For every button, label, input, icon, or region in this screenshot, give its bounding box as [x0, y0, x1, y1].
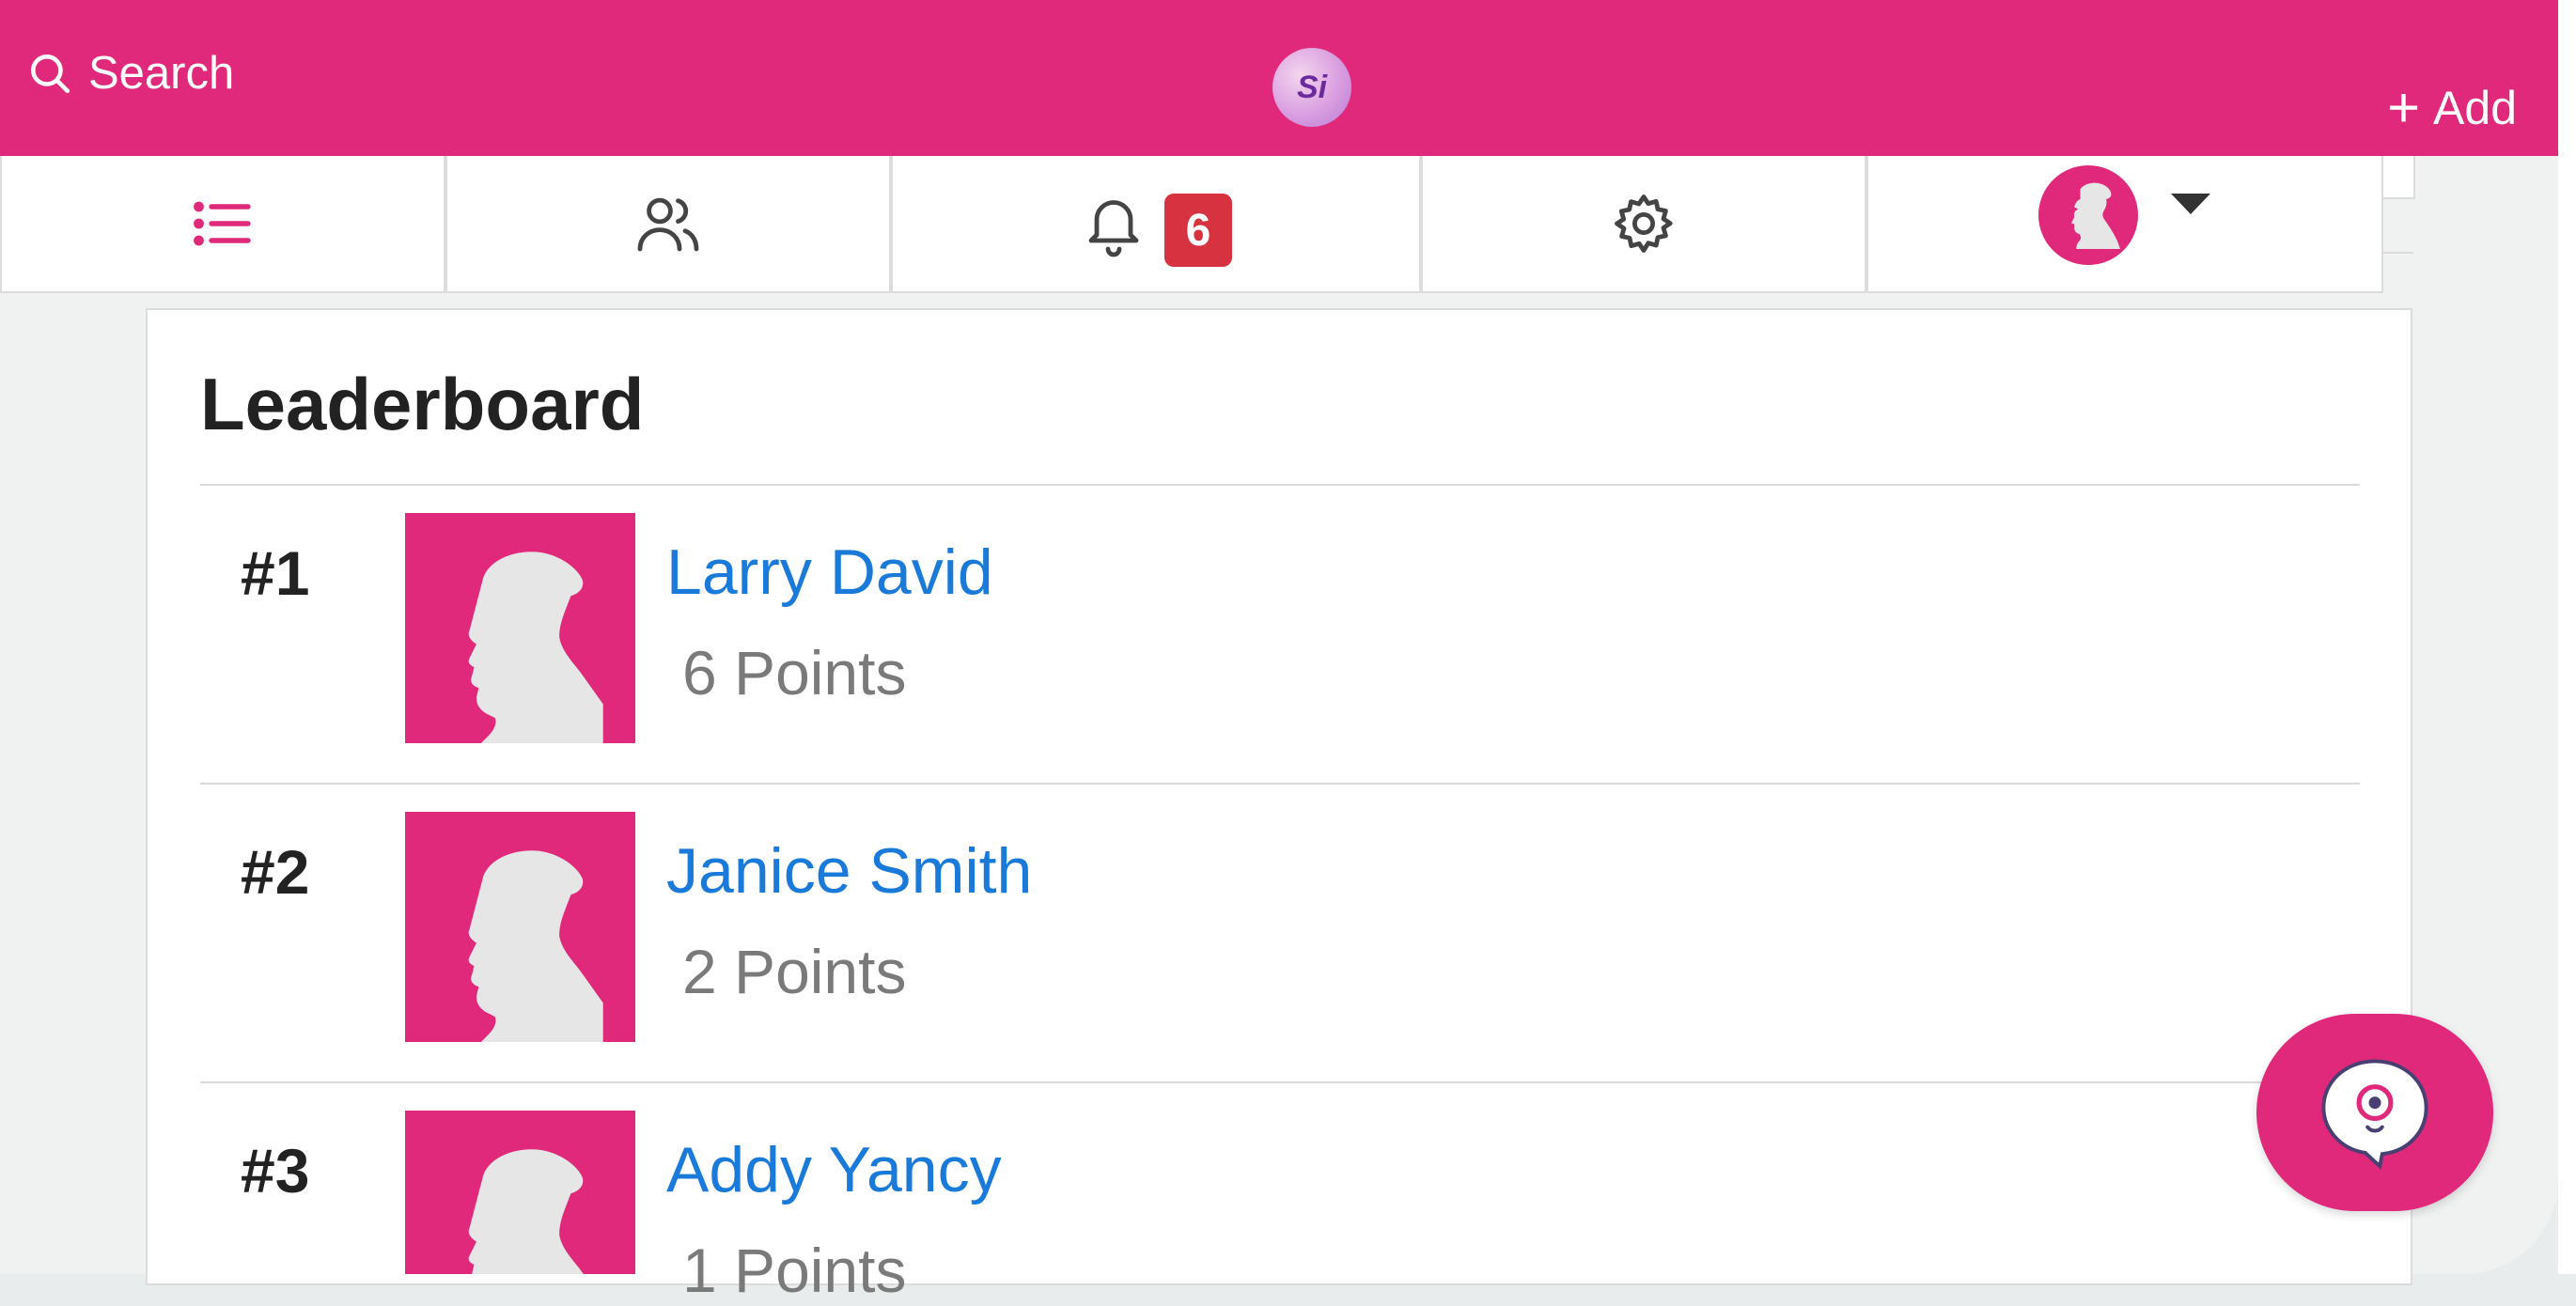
- leaderboard-user-name[interactable]: Addy Yancy: [666, 1133, 1002, 1206]
- tab-settings[interactable]: [1421, 156, 1866, 293]
- leaderboard-user-name[interactable]: Janice Smith: [666, 834, 1032, 908]
- people-icon: [637, 197, 699, 252]
- bell-icon: [1088, 200, 1139, 257]
- gear-icon: [1615, 194, 1673, 253]
- divider: [200, 1081, 2360, 1083]
- person-silhouette-icon: [2070, 182, 2120, 250]
- chat-bubble-icon: [2321, 1059, 2428, 1170]
- nav-overflow-divider: [2383, 252, 2413, 254]
- rank-label: #1: [241, 538, 310, 608]
- person-silhouette-icon: [468, 552, 603, 743]
- device-edge: [2558, 0, 2576, 1274]
- notification-count-badge: 6: [1164, 194, 1232, 267]
- leaderboard-user-points: 6 Points: [682, 638, 907, 707]
- avatar[interactable]: [405, 1111, 635, 1274]
- page-title: Leaderboard: [200, 363, 645, 445]
- add-label: Add: [2433, 82, 2518, 134]
- profile-avatar[interactable]: [2038, 165, 2138, 265]
- tab-people[interactable]: [445, 156, 891, 293]
- search-label: Search: [88, 48, 235, 99]
- list-icon: [194, 201, 251, 246]
- tab-notifications[interactable]: [891, 156, 1421, 293]
- search-button[interactable]: Search: [26, 43, 234, 103]
- app-logo[interactable]: Si: [1272, 48, 1351, 127]
- leaderboard-user-points: 2 Points: [682, 937, 907, 1006]
- search-icon: [31, 54, 70, 94]
- plus-icon: +: [2387, 76, 2421, 139]
- nav-overflow-cell: [2383, 156, 2415, 199]
- avatar[interactable]: [405, 513, 635, 743]
- leaderboard-user-points: 1 Points: [682, 1236, 907, 1305]
- rank-label: #2: [241, 837, 310, 907]
- divider: [200, 783, 2360, 785]
- chat-button[interactable]: [2256, 1014, 2493, 1211]
- chevron-down-icon[interactable]: [2171, 194, 2210, 214]
- avatar[interactable]: [405, 812, 635, 1042]
- tab-feed[interactable]: [0, 156, 445, 293]
- add-button[interactable]: + Add: [2387, 75, 2517, 141]
- person-silhouette-icon: [468, 850, 603, 1042]
- leaderboard-user-name[interactable]: Larry David: [666, 536, 993, 609]
- rank-label: #3: [241, 1136, 310, 1205]
- divider: [200, 484, 2360, 486]
- person-silhouette-icon: [468, 1149, 584, 1274]
